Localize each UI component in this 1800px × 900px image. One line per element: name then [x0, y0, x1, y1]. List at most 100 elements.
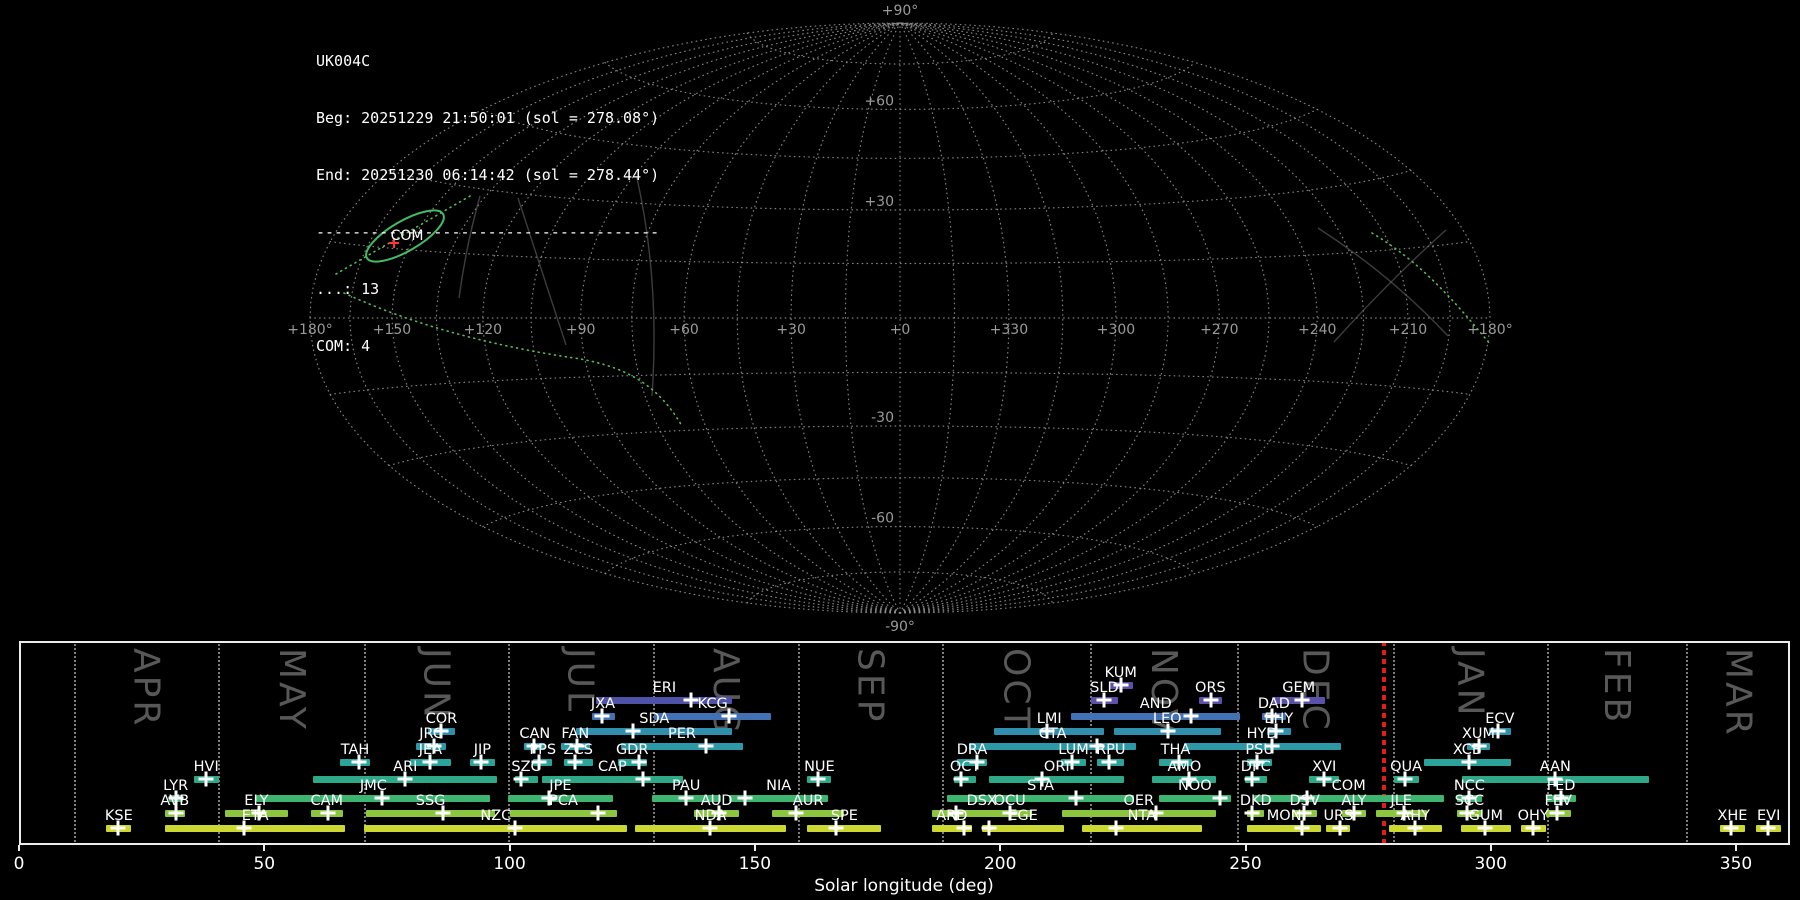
shower-label-URS: URS: [1323, 807, 1354, 824]
month-gridline: [1686, 641, 1688, 845]
shower-bar-SSG: [366, 809, 495, 817]
shower-label-PER: PER: [668, 725, 696, 742]
shower-label-XHE: XHE: [1717, 807, 1748, 824]
shower-label-PPS: PPS: [529, 741, 557, 758]
shower-label-JPE: JPE: [549, 777, 572, 794]
shower-label-JRC: JRC: [419, 725, 443, 742]
x-tick-label: 0: [13, 854, 25, 874]
map-lon-label: +240: [1298, 322, 1336, 338]
shower-label-CAP: CAP: [597, 758, 627, 775]
shower-label-LEO: LEO: [1152, 710, 1182, 727]
map-lat-label: -60: [871, 511, 894, 527]
x-tick: [1735, 845, 1737, 851]
shower-label-QUA: QUA: [1390, 758, 1423, 775]
shower-label-XCB: XCB: [1452, 741, 1482, 758]
x-tick-label: 150: [738, 854, 772, 874]
shower-label-AAN: AAN: [1539, 758, 1571, 775]
month-label: MAY: [270, 648, 312, 732]
map-lon-label: +270: [1200, 322, 1238, 338]
shower-peak-marker-NOO: [1212, 790, 1228, 806]
shower-label-FEV: FEV: [1544, 792, 1572, 809]
shower-label-HVI: HVI: [193, 758, 219, 775]
shower-label-NOO: NOO: [1178, 777, 1212, 794]
shower-label-AHY: AHY: [1400, 807, 1431, 824]
observation-header: UK004C Beg: 20251229 21:50:01 (sol = 278…: [316, 14, 659, 375]
shower-label-FED: FED: [1546, 777, 1576, 794]
shower-label-JXA: JXA: [590, 695, 616, 712]
x-tick-label: 350: [1719, 854, 1753, 874]
map-lat-label: +30: [864, 194, 894, 210]
shower-label-SSG: SSG: [415, 792, 446, 809]
shower-label-OER: OER: [1123, 792, 1155, 809]
shower-label-ELY: ELY: [244, 792, 269, 809]
meteor-radiant-screen: { "header": { "station": "UK004C", "beg"…: [0, 0, 1800, 900]
shower-label-NTA: NTA: [1127, 807, 1157, 824]
shower-label-ALY: ALY: [1341, 792, 1367, 809]
x-tick: [753, 845, 756, 851]
station-id: UK004C: [316, 52, 371, 70]
shower-bar-SPE: [807, 824, 882, 832]
shower-label-AVB: AVB: [160, 792, 190, 809]
shower-label-ERI: ERI: [652, 679, 677, 696]
shower-label-PSU: PSU: [1245, 741, 1274, 758]
shower-label-ARI: ARI: [393, 758, 418, 775]
map-lon-label: +300: [1097, 322, 1135, 338]
shower-label-NIA: NIA: [766, 777, 792, 794]
shower-label-NUE: NUE: [804, 758, 835, 775]
shower-label-KSE: KSE: [104, 807, 133, 824]
map-meridian: [899, 22, 1491, 614]
shower-label-ORS: ORS: [1195, 679, 1226, 696]
month-label: APR: [125, 648, 167, 729]
shower-bar-ORI: [989, 775, 1125, 783]
shower-label-DSX: DSX: [966, 792, 997, 809]
shower-label-LYR: LYR: [163, 777, 189, 794]
shower-label-COR: COR: [425, 710, 458, 727]
shower-label-PCA: PCA: [549, 792, 578, 809]
shower-label-AND: AND: [1139, 695, 1172, 712]
shower-label-THA: THA: [1160, 741, 1191, 758]
map-lon-label: +60: [669, 322, 699, 338]
shower-label-AUD: AUD: [700, 792, 733, 809]
shower-label-NZC: NZC: [480, 807, 512, 824]
shower-bar-MON: [1247, 824, 1321, 832]
shower-label-LUM: LUM: [1058, 741, 1089, 758]
map-lon-label: +330: [990, 322, 1028, 338]
shower-label-GEM: GEM: [1282, 679, 1316, 696]
x-tick: [999, 845, 1002, 851]
map-lat-label: +60: [864, 93, 894, 109]
shower-label-DKD: DKD: [1239, 792, 1272, 809]
shower-label-ETA: ETA: [241, 807, 269, 824]
x-tick: [1244, 845, 1247, 851]
x-tick: [508, 845, 511, 851]
shower-label-NCC: NCC: [1453, 777, 1485, 794]
shower-peak-marker-PCA: [590, 805, 606, 821]
shower-label-OHY: OHY: [1517, 807, 1549, 824]
end-time-line: End: 20251230 06:14:42 (sol = 278.44°): [316, 166, 660, 184]
shower-label-KCG: KCG: [697, 695, 728, 712]
shower-bar-NZC: [364, 824, 628, 832]
shower-label-XVI: XVI: [1312, 758, 1337, 775]
month-label: OCT: [995, 648, 1037, 733]
shower-label-SPE: SPE: [830, 807, 858, 824]
shower-label-ZCS: ZCS: [563, 741, 593, 758]
separator-line: --------------------------------------: [316, 223, 660, 241]
month-gridline: [218, 641, 221, 845]
map-lat-label: -30: [871, 410, 894, 426]
shower-peak-marker-PER: [698, 738, 714, 754]
x-axis-label: Solar longitude (deg): [814, 876, 994, 896]
x-tick-label: 200: [983, 854, 1017, 874]
shower-label-PAU: PAU: [672, 777, 701, 794]
shower-label-SLD: SLD: [1090, 679, 1119, 696]
shower-label-GDR: GDR: [615, 741, 649, 758]
shower-label-OCT: OCT: [949, 758, 981, 775]
map-meridian: [899, 22, 956, 614]
shower-bar-JMC: [256, 794, 491, 802]
shower-label-COM: COM: [1331, 777, 1366, 794]
month-gridline: [73, 641, 76, 845]
shower-label-JIP: JIP: [473, 741, 492, 758]
shower-label-SDA: SDA: [639, 710, 670, 727]
shower-label-FAN: FAN: [561, 725, 590, 742]
shower-label-JMC: JMC: [359, 777, 387, 794]
map-lat-label: -90°: [885, 619, 915, 635]
shower-label-LMI: LMI: [1036, 710, 1062, 727]
